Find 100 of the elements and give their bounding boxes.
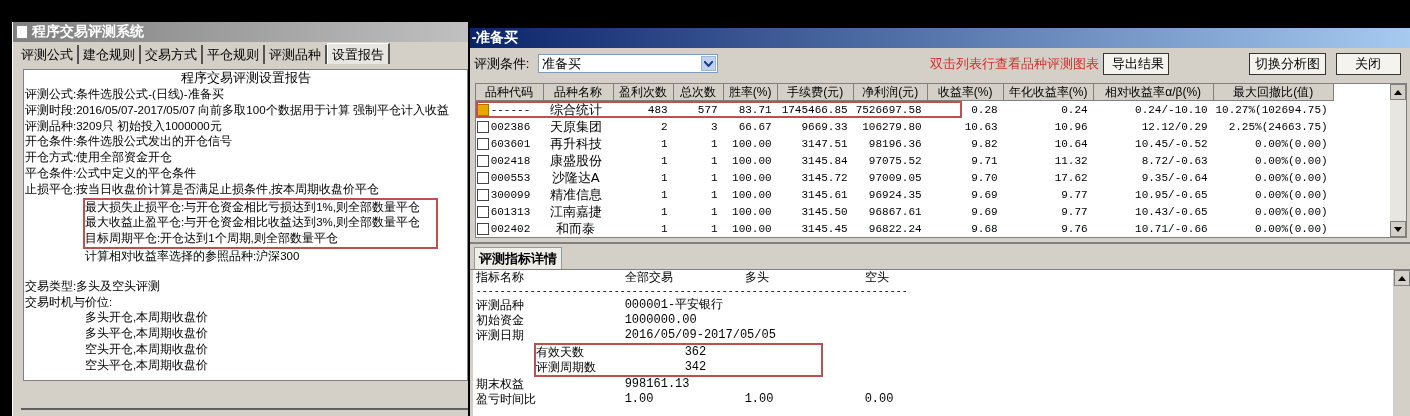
stock-code: 002402	[490, 222, 531, 235]
table-cell-text: 1	[710, 205, 719, 218]
detail-cell-text: 1000000.00	[624, 313, 698, 328]
table-cell-text: 0.00%(0.00)	[1254, 205, 1329, 218]
table-cell-text: 96924.35	[867, 188, 923, 201]
table-cell-text: 9.76	[1060, 222, 1089, 235]
report-line: 平仓条件:公式中定义的平仓条件	[25, 166, 198, 181]
table-cell-text: 综合统计	[548, 100, 603, 119]
table-cell-text: 10.27%(102694.75)	[1214, 103, 1329, 116]
table-cell-text: 96867.61	[867, 205, 923, 218]
table-cell-text: 1	[710, 137, 719, 150]
report-line: 多头平仓,本周期收盘价	[84, 326, 210, 342]
table-cell-text: 8.72/-0.63	[1140, 154, 1209, 167]
table-cell-text: 10.63	[963, 120, 999, 133]
table-cell-text: 1	[660, 137, 669, 150]
table-cell-text: 9.70	[970, 171, 999, 184]
table-cell-text: 100.00	[731, 188, 773, 201]
report-line: 评测时段:2016/05/07-2017/05/07 向前多取100个数据用于计算 强制平仓计入收益	[25, 102, 450, 118]
table-cell-text: 3145.45	[800, 222, 849, 235]
tab[interactable]: 评测指标详情	[473, 247, 562, 269]
detail-cell-text: 评测周期数	[535, 360, 597, 375]
table-cell-text: 9669.33	[800, 120, 849, 133]
table-cell-text: 0.00%(0.00)	[1254, 154, 1329, 167]
stock-code: 300099	[490, 188, 531, 201]
detail-cell-text: 评测日期	[475, 328, 525, 343]
table-cell-text: 9.69	[970, 188, 999, 201]
detail-cell-text: 342	[684, 360, 708, 375]
report-line: 目标周期平仓:开仓达到1个周期,则全部数量平仓	[85, 231, 339, 247]
table-cell-text: 100.00	[731, 205, 773, 218]
tab[interactable]: 建仓规则	[79, 45, 141, 64]
table-cell-text: 9.35/-0.64	[1140, 171, 1209, 184]
scrollbar[interactable]	[1393, 270, 1410, 416]
detail-cell-text: 1.00	[744, 392, 775, 407]
column-header[interactable]: 最大回撤比(值)	[1213, 84, 1334, 101]
table-cell-text: 天原集团	[548, 117, 603, 136]
table-cell-text: 1	[710, 222, 719, 235]
table-cell-text: 1	[710, 154, 719, 167]
column-header[interactable]: 收益率(%)	[927, 84, 1004, 101]
column-header[interactable]: 盈利次数	[613, 84, 674, 101]
table-cell-text: 0.00%(0.00)	[1254, 188, 1329, 201]
scroll-up-icon	[1398, 275, 1406, 281]
report-heading: 程序交易评测设置报告	[179, 70, 312, 87]
table-cell-text: 1	[660, 222, 669, 235]
hint-text: 双击列表行查看品种评测图表	[929, 54, 1100, 73]
table-cell-text: 1745466.85	[780, 103, 849, 116]
table-cell-text: 3145.72	[800, 171, 849, 184]
report-line: 开仓方式:使用全部资金开仓	[25, 150, 174, 166]
detail-cell-text: 362	[684, 345, 708, 360]
column-header[interactable]: 胜率(%)	[723, 84, 778, 101]
table-cell-text: 9.77	[1060, 205, 1089, 218]
table-cell-text: 483	[646, 103, 669, 116]
table-cell-text: 9.71	[970, 154, 999, 167]
table-cell-text: 9.68	[970, 222, 999, 235]
table-cell-text: 83.71	[737, 103, 773, 116]
column-header[interactable]: 手续费(元)	[777, 84, 854, 101]
column-header[interactable]: 品种代码	[475, 84, 544, 101]
action-button[interactable]: 切换分析图	[1248, 52, 1326, 75]
table-cell-text: 3	[710, 120, 719, 133]
report-line: 最大损失止损平仓:与开仓资金相比亏损达到1%,则全部数量平仓	[85, 199, 420, 215]
table-cell-text: 1	[710, 188, 719, 201]
table-cell-text: 7526697.58	[854, 103, 923, 116]
report-line: 计算相对收益率选择的参照品种:沪深300	[84, 248, 301, 264]
table-cell-text: 577	[696, 103, 719, 116]
condition-dropdown[interactable]: 准备买	[537, 54, 718, 73]
detail-cell-text: 有效天数	[535, 345, 585, 360]
report-line: 最大收益止盈平仓:与开仓资金相比收益达到3%,则全部数量平仓	[85, 215, 420, 231]
column-header[interactable]: 品种名称	[543, 84, 614, 101]
table-cell-text: 2	[660, 120, 669, 133]
tab[interactable]: 设置报告	[327, 43, 390, 64]
column-header[interactable]: 净利润(元)	[853, 84, 928, 101]
stock-code: 002418	[490, 154, 531, 167]
column-header[interactable]: 相对收益率α/β(%)	[1093, 84, 1214, 101]
table-cell-text: 和而泰	[555, 219, 597, 237]
action-button[interactable]: 导出结果	[1102, 52, 1169, 75]
table-cell-text: 98196.36	[867, 137, 923, 150]
table-cell-text: 1	[660, 171, 669, 184]
table-cell-text: 0.00%(0.00)	[1254, 171, 1329, 184]
column-header[interactable]: 年化收益率(%)	[1003, 84, 1094, 101]
detail-cell-text: 0.00	[864, 392, 895, 407]
table-cell-text: 106279.80	[861, 120, 923, 133]
table-cell-text: 96822.24	[867, 222, 923, 235]
detail-cell-text: 000001-平安银行	[624, 298, 725, 313]
dashed-divider: ------------------------------------------------------------------------	[475, 285, 908, 298]
table-cell-text: 9.82	[970, 137, 999, 150]
table-cell-text: 3147.51	[800, 137, 849, 150]
table-cell-text: 0.24/-10.10	[1134, 103, 1209, 116]
report-line: 评测品种:3209只 初始投入1000000元	[25, 118, 223, 134]
table-cell-text: 3145.84	[800, 154, 849, 167]
detail-cell: 2016/05/09-2017/05/05	[624, 328, 776, 343]
scrollbar[interactable]	[1389, 84, 1406, 237]
table-cell-text: 10.45/-0.52	[1134, 137, 1209, 150]
report-line: 评测公式:条件选股公式-(日线)-准备买	[25, 87, 225, 102]
report-line: 空头平仓,本周期收盘价	[84, 357, 210, 373]
table-cell-text: 10.96	[1053, 120, 1089, 133]
table-cell-text: 17.62	[1053, 171, 1089, 184]
table-cell-text: 10.71/-0.66	[1134, 222, 1209, 235]
column-header: 空头	[864, 270, 890, 285]
report-line: 开仓条件:条件选股公式发出的开仓信号	[25, 134, 234, 150]
action-button[interactable]: 关闭	[1335, 52, 1401, 75]
column-header[interactable]: 总次数	[673, 84, 724, 101]
